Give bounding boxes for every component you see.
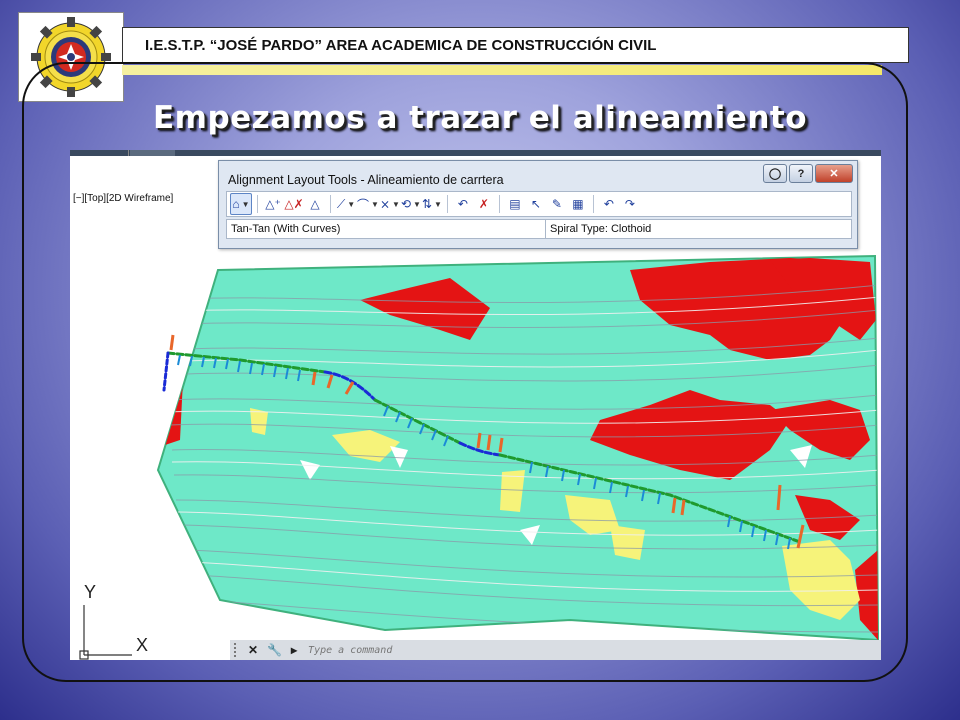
institution-banner: I.E.S.T.P. “JOSÉ PARDO” AREA ACADEMICA D… <box>122 27 909 63</box>
delete-pi-icon[interactable]: △✗ <box>284 194 304 214</box>
curve-tool-icon[interactable]: ⌒ ▼ <box>357 194 379 214</box>
pi-tool-icon[interactable]: ⌂ ▼ <box>230 193 252 215</box>
slide-title: Empezamos a trazar el alineamiento <box>152 100 808 136</box>
break-apart-pi-icon[interactable]: △ <box>305 194 325 214</box>
spiral-type: Spiral Type: Clothoid <box>550 223 652 235</box>
command-line: ✕ 🔧 ▸ Type a command <box>230 640 881 660</box>
ucs-y-label: Y <box>84 582 97 602</box>
construction-mode: Tan-Tan (With Curves) <box>227 220 546 238</box>
edit-best-fit-icon[interactable]: ▤ <box>505 194 525 214</box>
reverse-sub-entity-icon[interactable]: ⇅ ▼ <box>422 194 442 214</box>
layout-toolbar: ⌂ ▼ △⁺ △✗ △ ⟋ ▼ ⌒ ▼ ⨯ ▼ ⟲ ▼ ⇅ ▼ ↶ ✗ ▤ ↖ ✎ ▦ ↶ … <box>226 191 852 217</box>
dialog-status-row: Tan-Tan (With Curves) Spiral Type: Cloth… <box>226 219 852 239</box>
command-line-grip[interactable] <box>234 643 242 657</box>
command-input[interactable]: Type a command <box>308 645 392 656</box>
command-prompt-icon[interactable]: ▸ <box>291 643 297 657</box>
close-icon[interactable]: ✕ <box>248 643 258 657</box>
undo-icon[interactable]: ↶ <box>599 194 619 214</box>
ucs-icon <box>79 605 132 660</box>
help-button[interactable]: ? <box>789 164 813 183</box>
delete-sub-entity-icon[interactable]: ✗ <box>474 194 494 214</box>
banner-text: I.E.S.T.P. “JOSÉ PARDO” AREA ACADEMICA D… <box>145 36 657 54</box>
pin-icon[interactable]: ◯ <box>763 164 787 183</box>
pick-sub-entity-icon[interactable]: ↖ <box>526 194 546 214</box>
redo-icon[interactable]: ↷ <box>620 194 640 214</box>
tangent-tool-icon[interactable]: ⟋ ▼ <box>336 194 356 214</box>
spiral-tool-icon[interactable]: ⟲ ▼ <box>401 194 421 214</box>
sub-entity-editor-icon[interactable]: ✎ <box>547 194 567 214</box>
dialog-title: Alignment Layout Tools - Alineamiento de… <box>228 173 504 187</box>
alignment-layout-tools-dialog[interactable]: Alignment Layout Tools - Alineamiento de… <box>218 160 858 249</box>
civil3d-screenshot: [−][Top][2D Wireframe] Y X Alignment Lay… <box>70 150 881 660</box>
tangent-curve-icon[interactable]: ⨯ ▼ <box>380 194 400 214</box>
convert-line-icon[interactable]: ↶ <box>453 194 473 214</box>
ucs-x-label: X <box>136 635 149 655</box>
alignment-grid-view-icon[interactable]: ▦ <box>568 194 588 214</box>
wrench-icon[interactable]: 🔧 <box>267 643 282 657</box>
insert-pi-icon[interactable]: △⁺ <box>263 194 283 214</box>
close-button[interactable]: ✕ <box>815 164 853 183</box>
